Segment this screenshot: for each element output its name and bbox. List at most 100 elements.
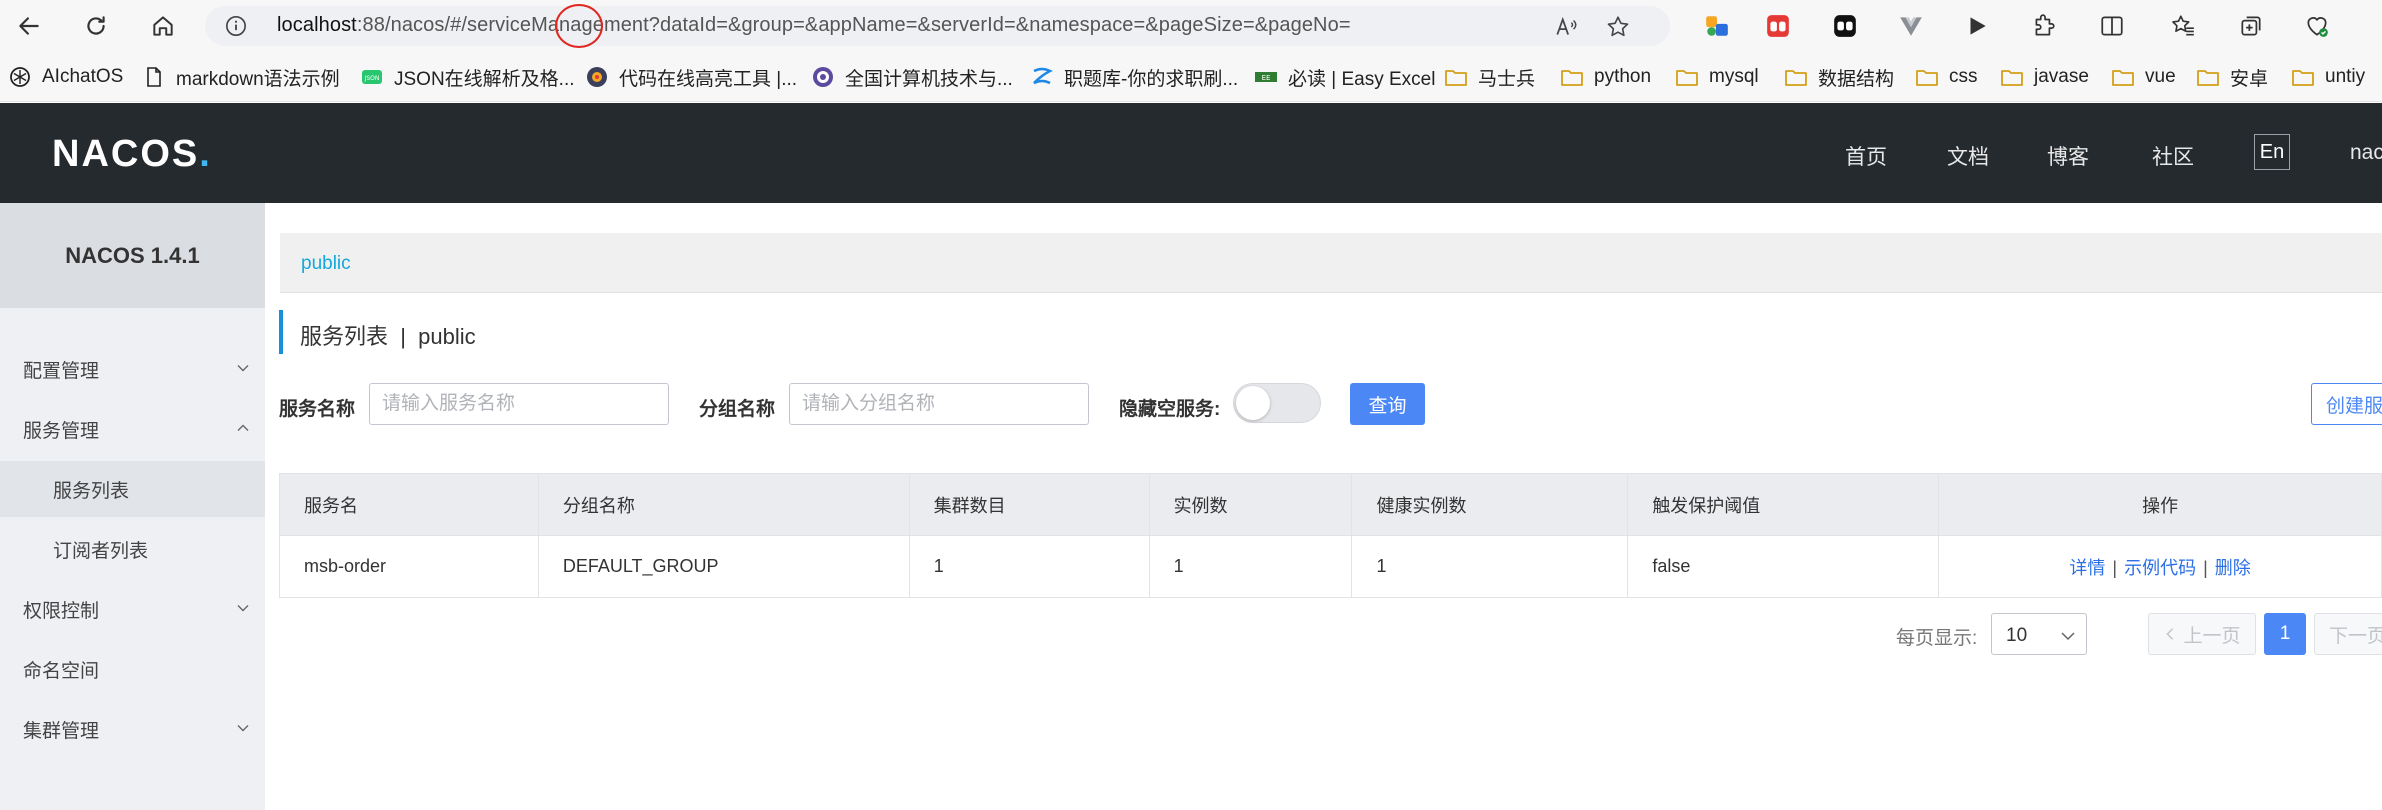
user-menu[interactable]: nacos	[2350, 141, 2382, 165]
bookmark-folder[interactable]: javase	[2000, 64, 2089, 90]
op-separator: |	[2203, 557, 2208, 578]
cell-cluster-count: 1	[908, 535, 1150, 598]
prev-page-button[interactable]: 上一页	[2148, 613, 2256, 655]
create-service-button[interactable]: 创建服务	[2311, 383, 2382, 425]
bookmark-folder[interactable]: vue	[2111, 64, 2176, 90]
nav-docs[interactable]: 文档	[1947, 141, 1989, 171]
collections-icon[interactable]	[2237, 12, 2265, 40]
home-button[interactable]	[145, 8, 181, 44]
sidebar-item-label: 配置管理	[23, 360, 100, 382]
delete-link[interactable]: 删除	[2215, 558, 2251, 578]
query-button[interactable]: 查询	[1350, 383, 1425, 425]
bookmark-folder[interactable]: mysql	[1675, 64, 1759, 90]
sidebar-item-label: 订阅者列表	[53, 540, 149, 562]
extensions-puzzle-icon[interactable]	[2030, 12, 2058, 40]
namespace-tab-public[interactable]: public	[301, 253, 351, 275]
sidebar-item-cluster-management[interactable]: 集群管理	[0, 701, 265, 757]
document-icon	[147, 67, 161, 87]
refresh-button[interactable]	[78, 8, 114, 44]
hide-empty-services-label: 隐藏空服务:	[1119, 399, 1221, 420]
read-aloud-icon[interactable]	[1553, 14, 1579, 40]
nav-home[interactable]: 首页	[1845, 141, 1887, 171]
group-name-input[interactable]	[789, 383, 1089, 425]
bookmark-folder[interactable]: 安卓	[2196, 64, 2268, 90]
bookmark-item[interactable]: AIchatOS	[8, 64, 123, 90]
sidebar-item-label: 服务列表	[53, 480, 130, 502]
bookmark-label: vue	[2145, 66, 2176, 87]
bookmark-label: markdown语法示例	[176, 68, 340, 90]
page-size-value: 10	[2006, 625, 2028, 646]
nav-blog[interactable]: 博客	[2047, 141, 2089, 171]
column-header-cluster-count: 集群数目	[908, 473, 1150, 536]
browser-toolbar: localhost:88/nacos/#/serviceManagement?d…	[0, 0, 2382, 52]
bookmark-folder[interactable]: untiy	[2291, 64, 2365, 90]
bookmarks-bar: AIchatOS markdown语法示例 JSON JSON在线解析及格...…	[0, 52, 2382, 102]
folder-icon	[2197, 70, 2219, 86]
bookmark-label: 安卓	[2230, 68, 2269, 90]
details-link[interactable]: 详情	[2069, 558, 2105, 578]
nav-community[interactable]: 社区	[2152, 141, 2194, 171]
url-path: /nacos/#/serviceManagement?dataId=&group…	[384, 14, 1351, 36]
chevron-up-icon	[237, 424, 249, 431]
sidebar-item-service-management[interactable]: 服务管理	[0, 401, 265, 457]
bookmark-label: AIchatOS	[42, 66, 124, 87]
sidebar-item-access-control[interactable]: 权限控制	[0, 581, 265, 637]
hide-empty-services-toggle[interactable]	[1233, 383, 1321, 423]
bookmark-item[interactable]: markdown语法示例	[142, 64, 340, 90]
column-header-healthy-instance-count: 健康实例数	[1351, 473, 1629, 536]
folder-icon	[1561, 70, 1583, 86]
sidebar-item-service-list[interactable]: 服务列表	[0, 461, 265, 517]
url-text[interactable]: localhost:88/nacos/#/serviceManagement?d…	[277, 14, 1351, 37]
extension-vue-icon[interactable]	[1897, 12, 1925, 40]
url-host: localhost	[277, 14, 357, 36]
current-page-button[interactable]: 1	[2264, 613, 2306, 655]
sidebar-item-namespace[interactable]: 命名空间	[0, 641, 265, 697]
bookmark-item[interactable]: 职题库-你的求职刷...	[1030, 64, 1238, 90]
extension-black-icon[interactable]	[1831, 12, 1859, 40]
bookmark-item[interactable]: 代码在线高亮工具 |...	[585, 64, 797, 90]
address-bar[interactable]: localhost:88/nacos/#/serviceManagement?d…	[205, 4, 1670, 48]
url-port: :88	[356, 14, 385, 36]
column-header-protect-threshold: 触发保护阈值	[1627, 473, 1940, 536]
bookmark-label: 全国计算机技术与...	[845, 68, 1013, 90]
folder-icon	[1445, 70, 1467, 86]
service-name-input[interactable]	[369, 383, 669, 425]
bookmark-label: javase	[2034, 66, 2089, 87]
service-table: 服务名 分组名称 集群数目 实例数 健康实例数 触发保护阈值 操作 msb-or…	[279, 473, 2382, 598]
sidebar-item-label: 权限控制	[23, 600, 100, 622]
chevron-down-icon	[237, 725, 249, 732]
port-annotation-circle	[555, 4, 603, 48]
back-button[interactable]	[11, 8, 47, 44]
sidebar-item-subscriber-list[interactable]: 订阅者列表	[0, 521, 265, 577]
bookmark-folder[interactable]: 数据结构	[1784, 64, 1894, 90]
nacos-logo[interactable]: NACOS.	[52, 133, 212, 176]
language-toggle-button[interactable]: En	[2254, 134, 2290, 170]
bookmark-item[interactable]: 全国计算机技术与...	[811, 64, 1013, 90]
next-page-button[interactable]: 下一页	[2314, 613, 2382, 655]
browser-essentials-icon[interactable]	[2303, 12, 2331, 40]
cell-instance-count: 1	[1148, 535, 1353, 598]
bookmark-folder[interactable]: python	[1560, 64, 1651, 90]
bookmark-item[interactable]: EE 必读 | Easy Excel	[1254, 64, 1435, 90]
folder-icon	[1676, 70, 1698, 86]
favorite-star-icon[interactable]	[1605, 14, 1631, 40]
bookmark-folder[interactable]: 马士兵	[1444, 64, 1535, 90]
cell-service-name: msb-order	[279, 535, 539, 598]
sidebar-item-config-management[interactable]: 配置管理	[0, 341, 265, 397]
favorites-icon[interactable]	[2169, 12, 2197, 40]
bookmark-folder[interactable]: css	[1915, 64, 1978, 90]
extension-red-icon[interactable]	[1764, 12, 1792, 40]
split-screen-icon[interactable]	[2098, 12, 2126, 40]
extension-play-icon[interactable]	[1963, 12, 1991, 40]
bookmark-item[interactable]: JSON JSON在线解析及格...	[360, 64, 575, 90]
sidebar-item-label: 服务管理	[23, 420, 100, 442]
bookmark-label: 代码在线高亮工具 |...	[619, 68, 798, 90]
cell-group-name: DEFAULT_GROUP	[537, 535, 910, 598]
sample-code-link[interactable]: 示例代码	[2124, 558, 2196, 578]
info-icon[interactable]	[225, 15, 247, 37]
extension-colorful-icon[interactable]	[1703, 12, 1731, 40]
bookmark-label: 马士兵	[1478, 68, 1536, 90]
page-size-select[interactable]: 10	[1991, 613, 2087, 655]
group-name-label: 分组名称	[699, 399, 776, 420]
table-header-row: 服务名 分组名称 集群数目 实例数 健康实例数 触发保护阈值 操作	[279, 473, 2382, 536]
